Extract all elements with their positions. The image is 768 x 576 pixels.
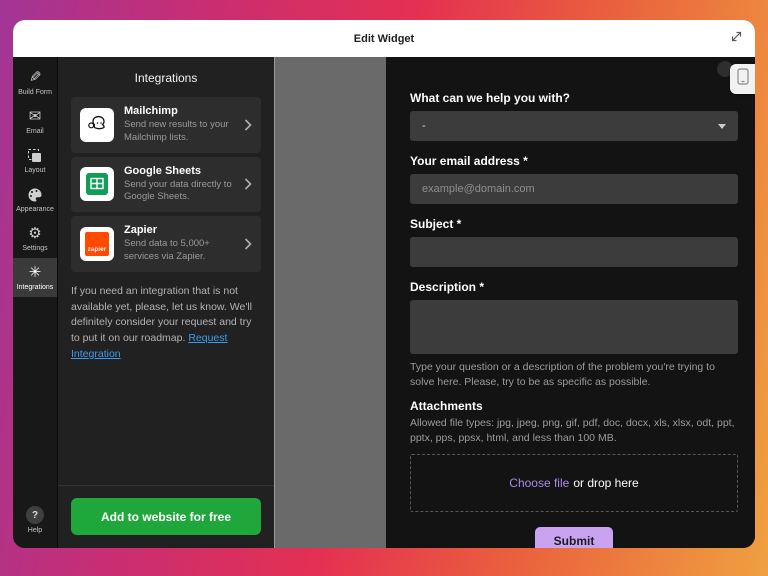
integration-description: Send data to 5,000+ services via Zapier.: [124, 238, 234, 264]
form-preview: What can we help you with? - Your email …: [386, 57, 755, 548]
request-integration-note: If you need an integration that is not a…: [58, 272, 274, 375]
envelope-icon: ✉: [29, 109, 42, 125]
file-dropzone[interactable]: Choose file or drop here: [410, 454, 738, 512]
smartphone-icon: [737, 68, 749, 90]
integration-name: Google Sheets: [124, 165, 234, 177]
mobile-preview-toggle[interactable]: [730, 64, 755, 94]
zapier-logo-text: zapier: [88, 247, 107, 256]
gradient-background: Edit Widget ✎ Build Form ✉: [0, 0, 768, 576]
submit-button[interactable]: Submit: [535, 527, 613, 548]
attachments-label: Attachments: [410, 399, 738, 413]
description-label: Description *: [410, 280, 738, 294]
topic-label: What can we help you with?: [410, 91, 738, 105]
integration-card-mailchimp[interactable]: Mailchimp Send new results to your Mailc…: [71, 97, 261, 153]
integration-card-google-sheets[interactable]: Google Sheets Send your data directly to…: [71, 157, 261, 213]
window-body: ✎ Build Form ✉ Email Layout: [13, 57, 755, 548]
gear-icon: ⚙: [28, 226, 41, 242]
panel-title: Integrations: [58, 57, 274, 97]
description-field[interactable]: [410, 300, 738, 354]
subject-field[interactable]: [410, 237, 738, 267]
email-field-group: Your email address *: [410, 154, 738, 204]
add-to-website-button[interactable]: Add to website for free: [71, 498, 261, 535]
mailchimp-logo-icon: [80, 108, 114, 142]
chevron-right-icon: [244, 177, 252, 191]
description-help-text: Type your question or a description of t…: [410, 360, 738, 389]
sidebar-item-settings[interactable]: ⚙ Settings: [13, 219, 57, 258]
subject-label: Subject *: [410, 217, 738, 231]
integration-name: Zapier: [124, 224, 234, 236]
integration-card-texts: Mailchimp Send new results to your Mailc…: [124, 105, 234, 145]
sidebar-item-layout[interactable]: Layout: [13, 141, 57, 180]
panel-spacer: [58, 375, 274, 485]
sidebar-item-label: Layout: [24, 167, 45, 174]
sidebar-spacer: [13, 297, 57, 499]
question-mark-icon: ?: [26, 506, 44, 524]
layout-icon: [27, 148, 43, 164]
widget-backdrop: [274, 57, 386, 548]
topic-select[interactable]: -: [410, 111, 738, 141]
integrations-panel: Integrations Mailchimp: [57, 57, 274, 548]
title-bar: Edit Widget: [13, 20, 755, 57]
chevron-right-icon: [244, 237, 252, 251]
integration-description: Send your data directly to Google Sheets…: [124, 179, 234, 205]
sidebar-item-label: Appearance: [16, 206, 54, 213]
zapier-logo-icon: zapier: [80, 227, 114, 261]
topic-selected-value: -: [422, 120, 426, 132]
chevron-right-icon: [244, 118, 252, 132]
drop-here-text: or drop here: [573, 476, 638, 490]
submit-row: Submit: [410, 527, 738, 548]
sidebar-item-label: Integrations: [17, 284, 54, 291]
sidebar-item-label: Build Form: [18, 89, 52, 96]
sidebar-item-help[interactable]: ? Help: [13, 499, 57, 548]
sidebar-item-label: Email: [26, 128, 44, 135]
integration-card-texts: Google Sheets Send your data directly to…: [124, 165, 234, 205]
email-field[interactable]: [410, 174, 738, 204]
sidebar-item-integrations[interactable]: ✳ Integrations: [13, 258, 57, 297]
panel-footer: Add to website for free: [58, 485, 274, 548]
sidebar-item-label: Help: [28, 527, 42, 534]
email-label: Your email address *: [410, 154, 738, 168]
integration-card-texts: Zapier Send data to 5,000+ services via …: [124, 224, 234, 264]
palette-icon: [27, 187, 43, 203]
sidebar: ✎ Build Form ✉ Email Layout: [13, 57, 57, 548]
page-title: Edit Widget: [354, 33, 414, 45]
integration-description: Send new results to your Mailchimp lists…: [124, 119, 234, 145]
description-field-group: Description * Type your question or a de…: [410, 280, 738, 389]
sidebar-item-appearance[interactable]: Appearance: [13, 180, 57, 219]
attachments-help-text: Allowed file types: jpg, jpeg, png, gif,…: [410, 416, 738, 445]
attachments-section: Attachments Allowed file types: jpg, jpe…: [410, 399, 738, 511]
integration-card-zapier[interactable]: zapier Zapier Send data to 5,000+ servic…: [71, 216, 261, 272]
expand-diagonal-icon: [729, 29, 744, 49]
integrations-hub-icon: ✳: [29, 265, 42, 281]
expand-button[interactable]: [728, 31, 744, 47]
integration-name: Mailchimp: [124, 105, 234, 117]
sidebar-item-build-form[interactable]: ✎ Build Form: [13, 63, 57, 102]
chevron-down-icon: [718, 124, 726, 129]
subject-field-group: Subject *: [410, 217, 738, 267]
sidebar-item-label: Settings: [22, 245, 47, 252]
choose-file-link[interactable]: Choose file: [509, 476, 569, 490]
google-sheets-logo-icon: [80, 167, 114, 201]
sidebar-item-email[interactable]: ✉ Email: [13, 102, 57, 141]
integration-card-list: Mailchimp Send new results to your Mailc…: [58, 97, 274, 272]
edit-widget-window: Edit Widget ✎ Build Form ✉: [13, 20, 755, 548]
topic-field-group: What can we help you with? -: [410, 91, 738, 141]
pencil-icon: ✎: [29, 70, 42, 86]
